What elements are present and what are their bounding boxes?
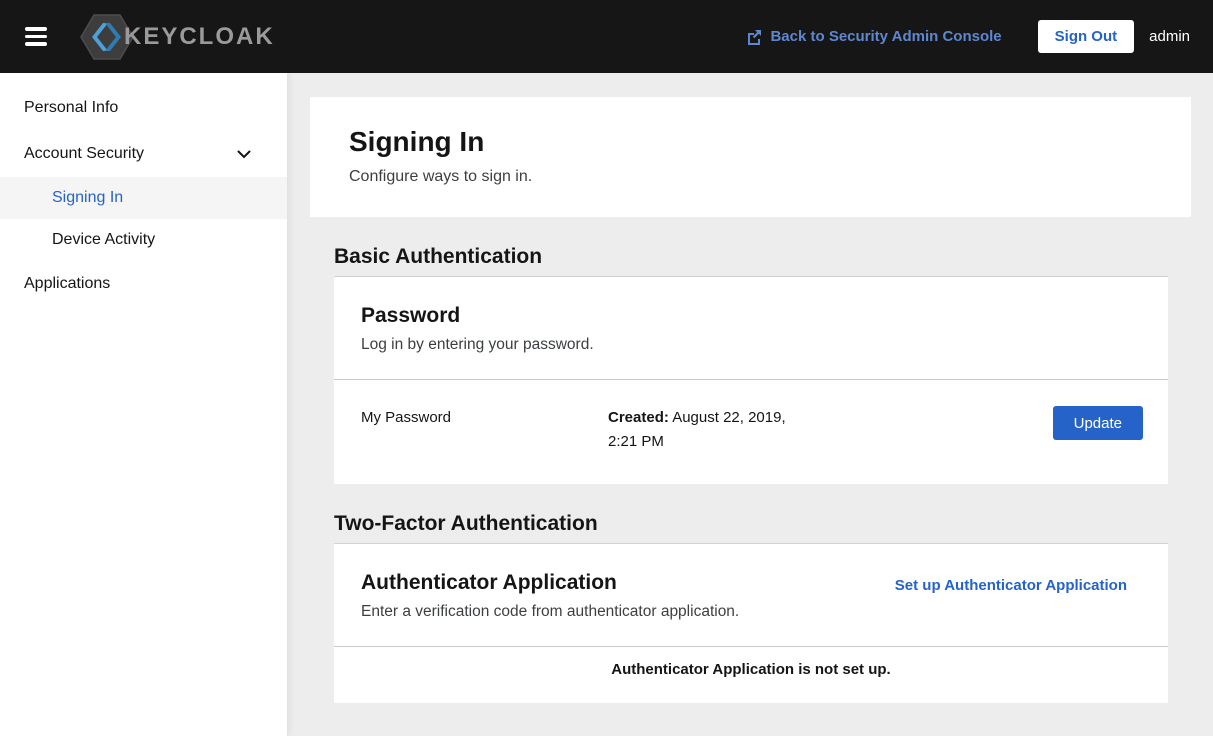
- keycloak-logo: KEYCLOAK: [79, 13, 275, 61]
- update-password-button[interactable]: Update: [1053, 406, 1143, 440]
- brand-text: KEYCLOAK: [124, 23, 275, 51]
- set-up-authenticator-link[interactable]: Set up Authenticator Application: [895, 571, 1127, 594]
- sidebar-item-personal-info[interactable]: Personal Info: [0, 85, 287, 131]
- hamburger-menu-button[interactable]: [20, 21, 52, 52]
- password-card: Password Log in by entering your passwor…: [334, 277, 1168, 484]
- page-subtitle: Configure ways to sign in.: [349, 168, 1152, 186]
- sidebar-item-label: Personal Info: [24, 99, 118, 117]
- section-basic-authentication: Basic Authentication Password Log in by …: [334, 245, 1168, 484]
- card-title: Authenticator Application: [361, 571, 617, 595]
- page-title: Signing In: [349, 126, 1152, 158]
- page-header-card: Signing In Configure ways to sign in.: [310, 97, 1191, 217]
- sidebar-item-device-activity[interactable]: Device Activity: [0, 219, 287, 261]
- chevron-down-icon: [237, 150, 251, 159]
- external-link-icon: [746, 29, 762, 45]
- keycloak-account-console: KEYCLOAK Back to Security Admin Console …: [0, 0, 1213, 736]
- main-content: Signing In Configure ways to sign in. Ba…: [287, 73, 1213, 736]
- password-card-header: Password Log in by entering your passwor…: [334, 277, 1168, 379]
- sidebar-item-label: Account Security: [24, 145, 144, 163]
- hamburger-icon: [25, 35, 47, 39]
- page-body: Personal Info Account Security Signing I…: [0, 73, 1213, 736]
- password-row-label: My Password: [361, 406, 608, 426]
- sidebar-item-signing-in[interactable]: Signing In: [0, 177, 287, 219]
- authenticator-application-card: Authenticator Application Set up Authent…: [334, 544, 1168, 703]
- sidebar-nav: Personal Info Account Security Signing I…: [0, 73, 287, 736]
- back-to-admin-console-link[interactable]: Back to Security Admin Console: [746, 28, 1001, 45]
- created-label: Created:: [608, 409, 669, 426]
- back-link-label: Back to Security Admin Console: [770, 28, 1001, 45]
- sidebar-item-account-security[interactable]: Account Security: [0, 131, 287, 177]
- sidebar-item-applications[interactable]: Applications: [0, 261, 287, 307]
- sign-out-button[interactable]: Sign Out: [1038, 20, 1135, 53]
- section-two-factor-authentication: Two-Factor Authentication Authenticator …: [334, 512, 1168, 703]
- hamburger-icon: [25, 42, 47, 46]
- section-heading: Basic Authentication: [334, 245, 1168, 269]
- sidebar-item-label: Signing In: [52, 189, 123, 207]
- authenticator-card-header: Authenticator Application Set up Authent…: [334, 544, 1168, 646]
- section-heading: Two-Factor Authentication: [334, 512, 1168, 536]
- password-row: My Password Created: August 22, 2019, 2:…: [334, 380, 1168, 484]
- authenticator-empty-state: Authenticator Application is not set up.: [334, 647, 1168, 703]
- empty-state-text: Authenticator Application is not set up.: [611, 661, 890, 678]
- masthead: KEYCLOAK Back to Security Admin Console …: [0, 0, 1213, 73]
- password-created-info: Created: August 22, 2019, 2:21 PM: [608, 406, 798, 454]
- card-description: Enter a verification code from authentic…: [361, 603, 1127, 621]
- username-label: admin: [1149, 28, 1190, 45]
- sidebar-item-label: Applications: [24, 275, 110, 293]
- card-description: Log in by entering your password.: [361, 336, 1127, 354]
- sidebar-item-label: Device Activity: [52, 231, 155, 249]
- authenticator-card-title-row: Authenticator Application Set up Authent…: [361, 571, 1127, 595]
- hamburger-icon: [25, 27, 47, 31]
- card-title: Password: [361, 304, 1127, 328]
- sidebar-nav-list: Personal Info Account Security Signing I…: [0, 85, 287, 307]
